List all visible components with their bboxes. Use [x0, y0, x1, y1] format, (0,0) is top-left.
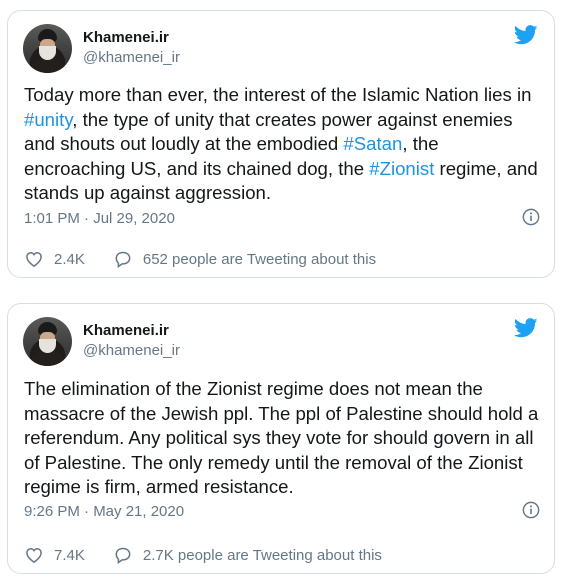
tweeting-text: 652 people are Tweeting about this [142, 250, 377, 268]
like-button[interactable]: 2.4K [24, 249, 85, 269]
tweet-timestamp[interactable]: 1:01 PM · Jul 29, 2020 [24, 210, 175, 227]
tweet-timestamp[interactable]: 9:26 PM · May 21, 2020 [24, 503, 184, 520]
tweet-text: The elimination of the Zionist regime do… [24, 378, 539, 497]
tweet-card[interactable]: Khamenei.ir @khamenei_ir Today more than… [7, 10, 555, 278]
display-name[interactable]: Khamenei.ir [83, 28, 180, 48]
heart-icon [26, 547, 42, 563]
hashtag-link[interactable]: #Satan [343, 133, 402, 154]
tweeting-about-link[interactable]: 652 people are Tweeting about this [113, 249, 376, 269]
tweet-author[interactable]: Khamenei.ir @khamenei_ir [23, 316, 180, 366]
handle[interactable]: @khamenei_ir [83, 48, 180, 68]
info-icon[interactable] [522, 208, 540, 226]
heart-icon [26, 251, 42, 267]
twitter-bird-icon[interactable] [514, 25, 538, 45]
tweeting-about-link[interactable]: 2.7K people are Tweeting about this [113, 545, 382, 565]
tweeting-text: 2.7K people are Tweeting about this [142, 546, 382, 564]
speech-bubble-icon [115, 547, 131, 564]
twitter-bird-icon[interactable] [514, 318, 538, 338]
hashtag-link[interactable]: #unity [24, 109, 72, 130]
display-name[interactable]: Khamenei.ir [83, 321, 180, 341]
tweet-actions: 2.4K 652 people are Tweeting about this [24, 249, 376, 269]
like-count: 2.4K [54, 250, 85, 268]
tweet-author[interactable]: Khamenei.ir @khamenei_ir [23, 23, 180, 73]
info-icon[interactable] [522, 501, 540, 519]
tweet-actions: 7.4K 2.7K people are Tweeting about this [24, 545, 382, 565]
tweet-card[interactable]: Khamenei.ir @khamenei_ir The elimination… [7, 303, 555, 574]
avatar[interactable] [23, 316, 72, 366]
like-count: 7.4K [54, 546, 85, 564]
tweet-text: Today more than ever, the interest of th… [24, 84, 538, 203]
like-button[interactable]: 7.4K [24, 545, 85, 565]
handle[interactable]: @khamenei_ir [83, 341, 180, 361]
hashtag-link[interactable]: #Zionist [369, 158, 434, 179]
speech-bubble-icon [115, 251, 131, 268]
avatar[interactable] [23, 23, 72, 73]
